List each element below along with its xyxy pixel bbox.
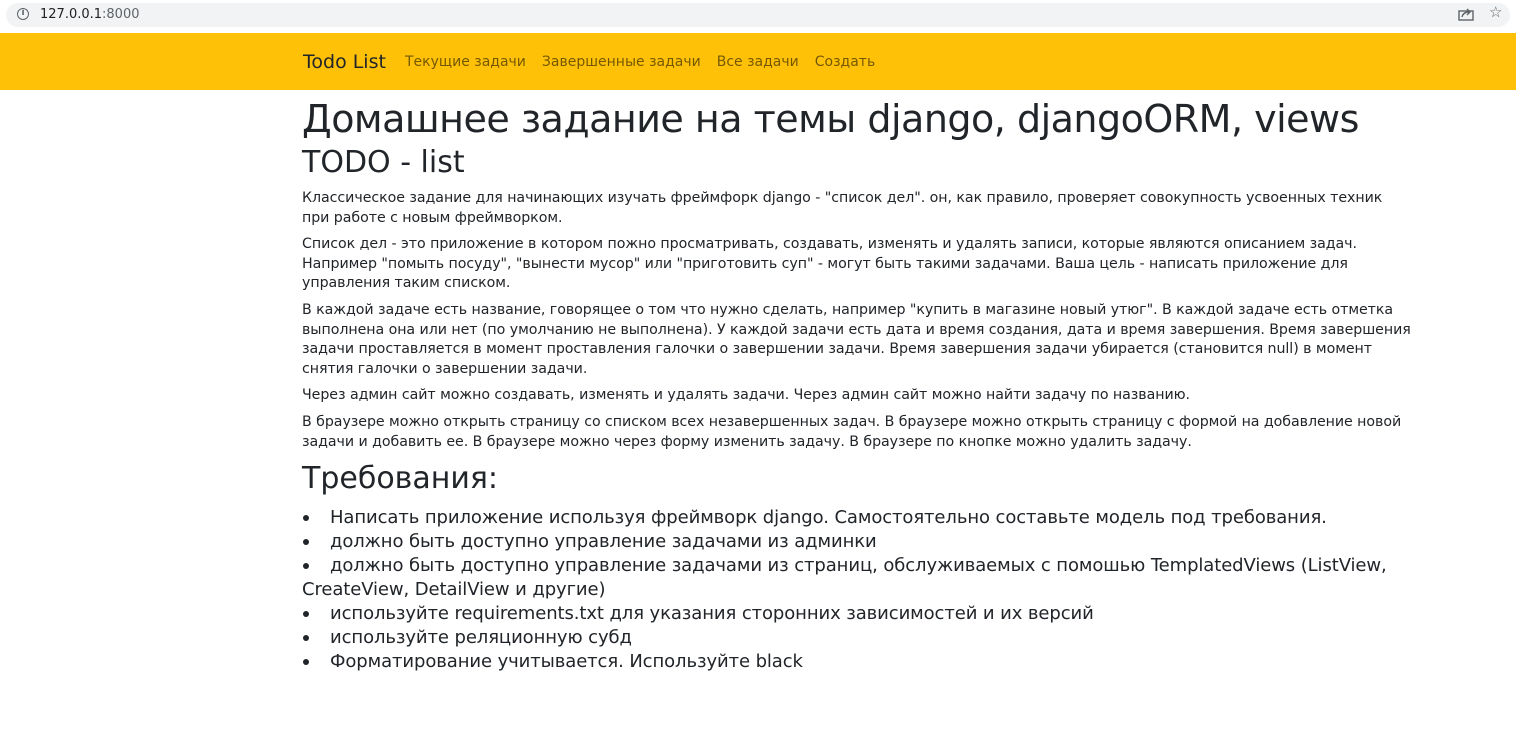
paragraph: В каждой задаче есть название, говорящее… [302,301,1411,377]
nav-link-completed-tasks[interactable]: Завершенные задачи [542,53,701,72]
paragraph: Классическое задание для начинающих изуч… [302,190,1383,226]
bookmark-star-icon[interactable]: ☆ [1489,4,1502,20]
list-item: используйте requirements.txt для указани… [302,602,1412,626]
page-title: Домашнее задание на темы django, djangoO… [302,97,1359,141]
paragraph: Через админ сайт можно создавать, изменя… [302,387,1191,404]
requirements-heading: Требования: [302,461,499,497]
nav-link-all-tasks[interactable]: Все задачи [717,53,799,72]
nav-link-create[interactable]: Создать [815,53,875,72]
url-text[interactable]: 127.0.0.1:8000 [40,7,140,23]
paragraph: Список дел - это приложение в котором по… [302,236,1357,292]
browser-address-bar: i 127.0.0.1:8000 ☆ [0,0,1516,33]
url-field[interactable]: i 127.0.0.1:8000 [6,3,1510,27]
list-item: Форматирование учитывается. Используйте … [302,650,1412,674]
nav-links: Текущие задачи Завершенные задачи Все за… [405,53,891,72]
url-port: :8000 [102,7,140,22]
share-icon[interactable] [1458,7,1474,21]
main-content: Домашнее задание на темы django, djangoO… [302,90,1412,674]
navbar: Todo List Текущие задачи Завершенные зад… [0,33,1516,90]
paragraph: В браузере можно открыть страницу со спи… [302,413,1402,450]
url-host: 127.0.0.1 [40,7,103,22]
navbar-brand[interactable]: Todo List [303,50,386,74]
list-item: Написать приложение используя фреймворк … [302,506,1412,530]
requirements-list: Написать приложение используя фреймворк … [302,506,1412,674]
info-icon[interactable]: i [17,8,29,20]
list-item: используйте реляционную субд [302,626,1412,650]
list-item: должно быть доступно управление задачами… [302,554,1412,602]
page-subtitle: TODO - list [302,145,465,180]
list-item: должно быть доступно управление задачами… [302,530,1412,554]
nav-link-current-tasks[interactable]: Текущие задачи [405,53,526,72]
